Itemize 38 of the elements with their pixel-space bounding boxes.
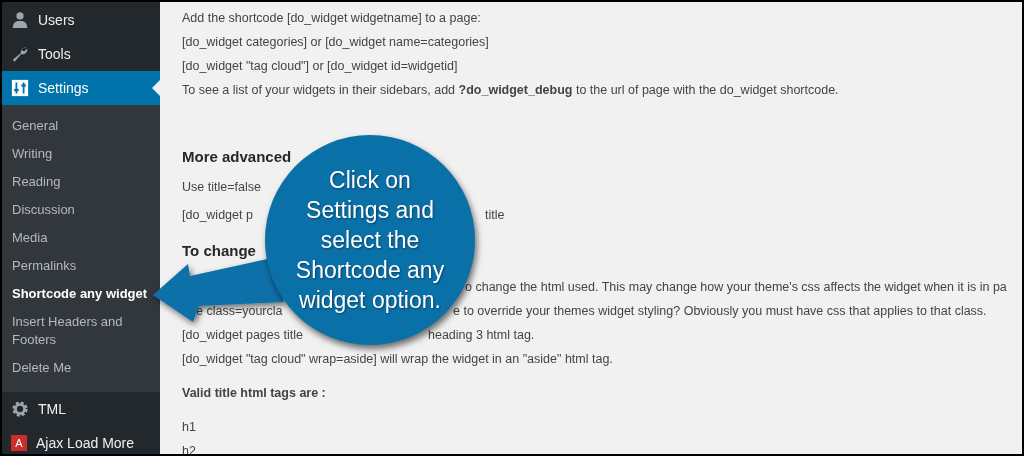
text-line: e to override your themes widget styling? Obviously you must have css that applies to that class. [453, 303, 987, 320]
current-pointer-icon [152, 80, 160, 96]
submenu-item[interactable]: Media [2, 224, 56, 252]
submenu-item[interactable]: Permalinks [2, 252, 85, 280]
callout-text: Click on Settings and select the Shortcode any widget option. [295, 166, 445, 315]
text-line: e class=yourcla [196, 304, 283, 318]
menu-item[interactable]: Tools [2, 37, 160, 71]
submenu-item[interactable]: Writing [2, 140, 61, 168]
plugin-icon: A [11, 435, 27, 451]
text-line: Add the shortcode [do_widget widgetname] to a page: [182, 11, 481, 25]
submenu-item[interactable]: Discussion [2, 196, 83, 224]
text-line: [do_widget "tag cloud"] or [do_widget id=widgetid] [182, 59, 458, 73]
submenu-item[interactable]: General [2, 112, 67, 140]
user-icon [11, 11, 29, 29]
submenu-item[interactable]: Shortcode any widget [2, 280, 156, 308]
text-line: [do_widget categories] or [do_widget name=categories] [182, 35, 489, 49]
text-line: heading 3 html tag. [428, 327, 535, 344]
menu-item[interactable]: TML [2, 392, 160, 426]
section-label: Valid title html tags are : [182, 385, 327, 402]
menu-item[interactable]: A Ajax Load More [2, 426, 160, 454]
text-line: h1 [182, 420, 196, 434]
menu-item[interactable]: Users [2, 3, 160, 37]
text-line: [do_widget "tag cloud" wrap=aside] will wrap the widget in an "aside" html tag. [182, 352, 613, 366]
submenu-item[interactable]: Reading [2, 168, 69, 196]
text-line: [do_widget p [182, 208, 253, 222]
text-line: o change the html used. This may change how your theme's css affects the widget when it is in pa [465, 279, 1007, 296]
submenu-item[interactable]: Delete Me [2, 354, 80, 382]
text-line: title [485, 207, 505, 224]
submenu-item[interactable]: Insert Headers and Footers [2, 308, 160, 354]
text-line: [do_widget pages title [182, 328, 303, 342]
section-heading: More advanced [182, 147, 292, 167]
text-line: Use title=false [182, 180, 261, 194]
gear-icon [11, 400, 29, 418]
text-line: To see a list of your widgets in their sidebars, add ?do_widget_debug to the url of page with the do_widget shortcode. [182, 83, 839, 97]
wrench-icon [11, 45, 29, 63]
sliders-icon [11, 79, 29, 97]
menu-item[interactable]: Settings [2, 71, 160, 105]
section-heading: To change [182, 241, 256, 261]
